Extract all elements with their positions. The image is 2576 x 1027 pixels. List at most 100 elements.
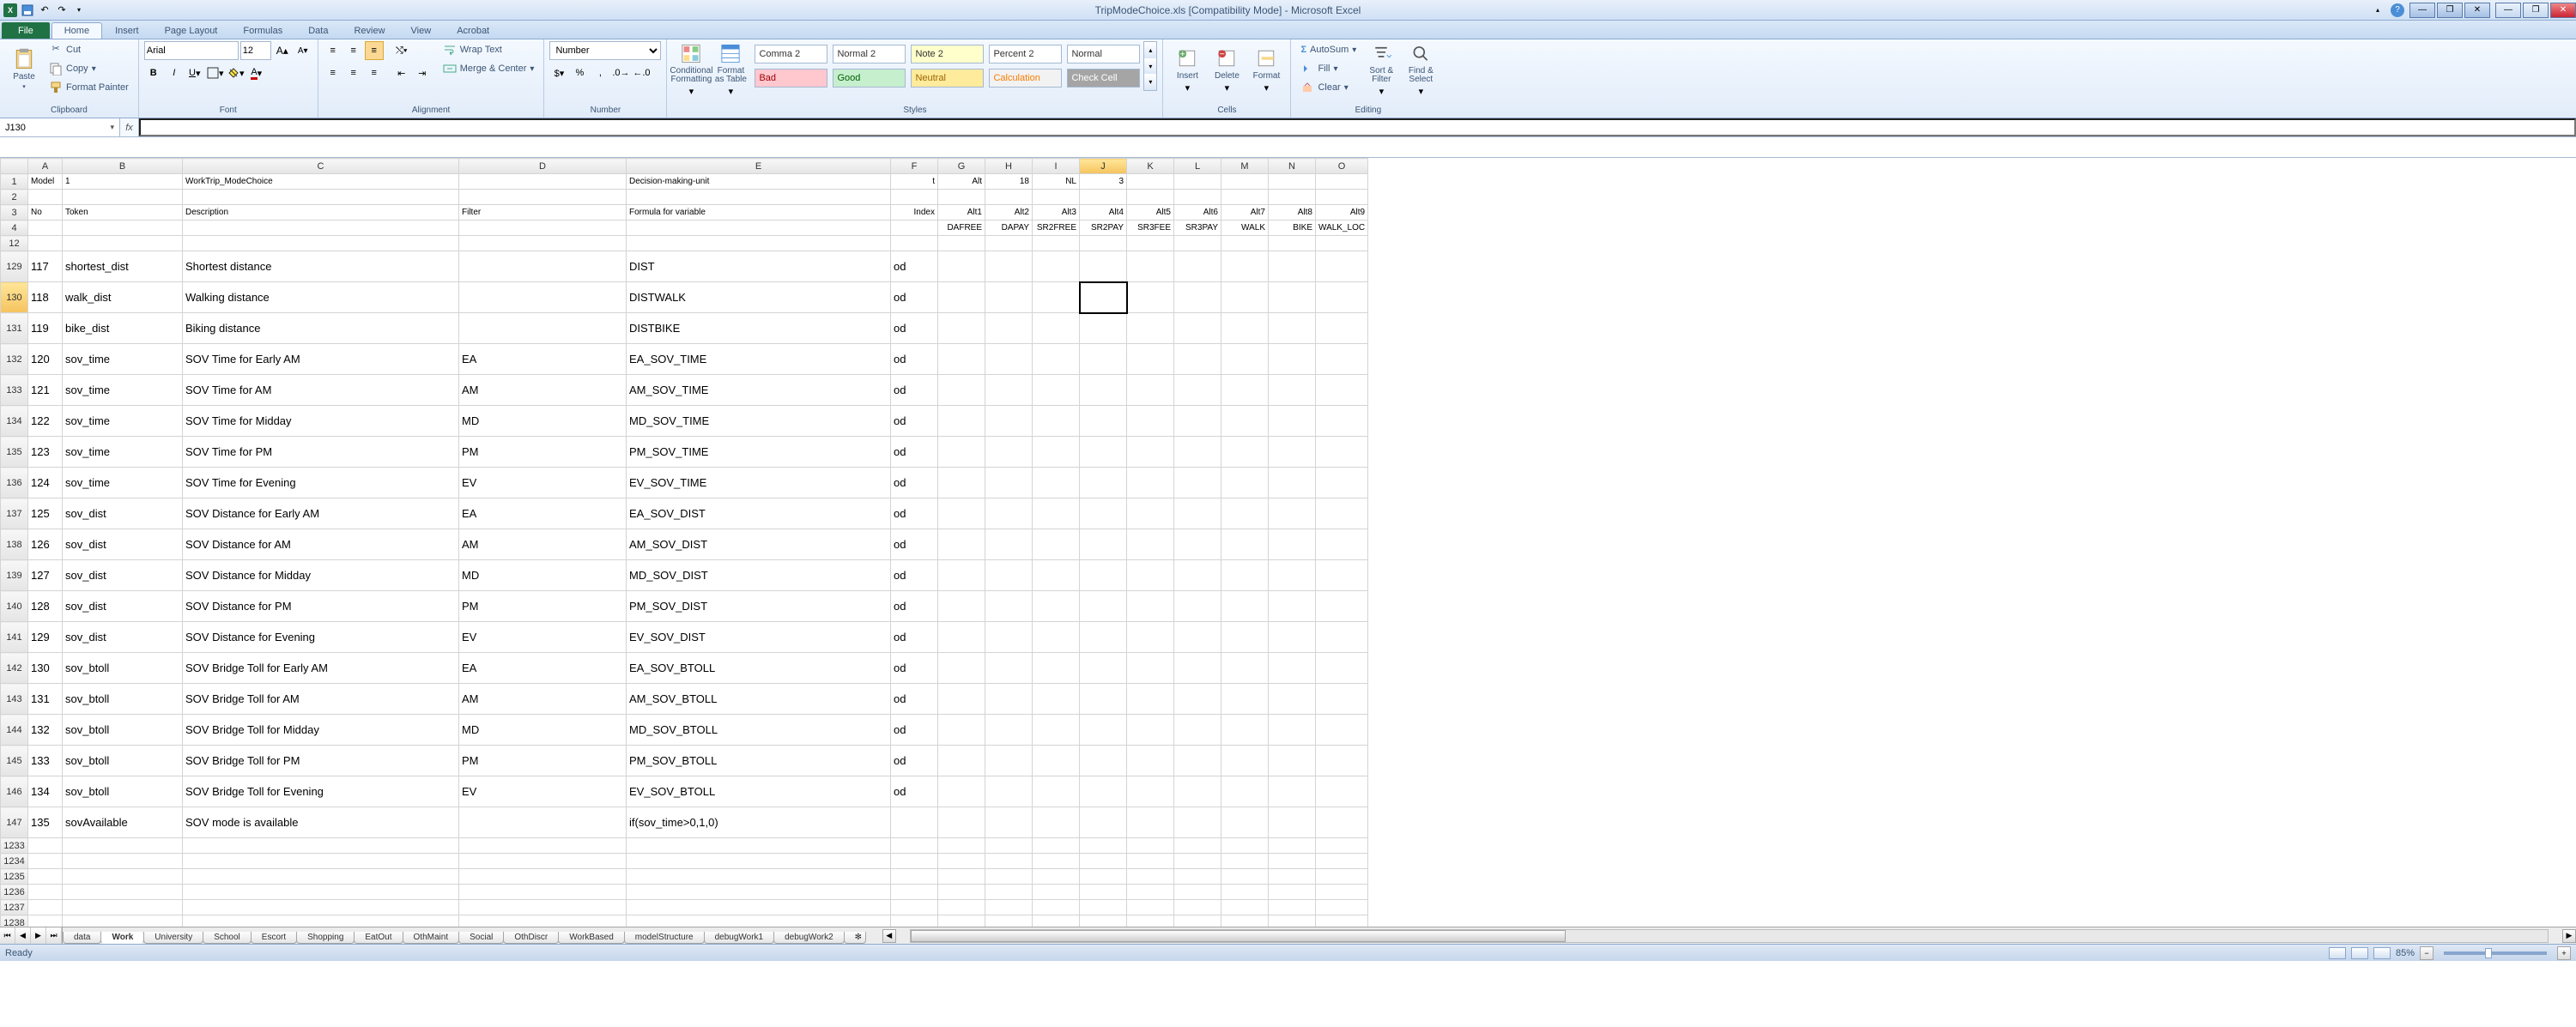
cell[interactable] xyxy=(1174,251,1221,282)
cell[interactable]: AM_SOV_DIST xyxy=(627,529,891,560)
cell[interactable] xyxy=(1269,560,1316,591)
cell[interactable] xyxy=(1269,900,1316,915)
cell[interactable]: sov_time xyxy=(63,375,183,406)
cell[interactable]: SOV Distance for Early AM xyxy=(183,498,459,529)
cell[interactable]: shortest_dist xyxy=(63,251,183,282)
cell[interactable]: Walking distance xyxy=(183,282,459,313)
cell[interactable] xyxy=(985,344,1033,375)
cell[interactable]: EV xyxy=(459,468,627,498)
cell[interactable] xyxy=(938,684,985,715)
align-right-icon[interactable]: ≡ xyxy=(365,63,384,82)
cell[interactable]: Alt xyxy=(938,174,985,190)
cell[interactable] xyxy=(183,838,459,854)
cell[interactable] xyxy=(1269,282,1316,313)
row-header[interactable]: 12 xyxy=(1,236,28,251)
cell[interactable] xyxy=(1269,653,1316,684)
col-header[interactable]: G xyxy=(938,159,985,174)
cell[interactable] xyxy=(1127,529,1174,560)
cell[interactable]: PM xyxy=(459,591,627,622)
cell[interactable]: PM xyxy=(459,746,627,776)
cell[interactable] xyxy=(1127,190,1174,205)
cell[interactable]: sov_btoll xyxy=(63,776,183,807)
cell[interactable] xyxy=(1174,838,1221,854)
cell[interactable] xyxy=(1127,236,1174,251)
cell[interactable] xyxy=(1316,313,1368,344)
cell[interactable] xyxy=(1269,915,1316,927)
cell[interactable] xyxy=(1127,406,1174,437)
cell[interactable] xyxy=(1174,236,1221,251)
cell[interactable] xyxy=(1174,684,1221,715)
doc-close-button[interactable]: ✕ xyxy=(2464,3,2490,18)
cell[interactable]: No xyxy=(28,205,63,221)
cell[interactable]: od xyxy=(891,344,938,375)
cell[interactable] xyxy=(1221,174,1269,190)
cell[interactable]: Model xyxy=(28,174,63,190)
cell[interactable]: MD xyxy=(459,406,627,437)
cell[interactable] xyxy=(63,838,183,854)
cell[interactable]: EV_SOV_BTOLL xyxy=(627,776,891,807)
cell[interactable] xyxy=(1080,313,1127,344)
cell[interactable] xyxy=(1080,190,1127,205)
cell[interactable] xyxy=(891,869,938,885)
cell[interactable]: BIKE xyxy=(1269,221,1316,236)
sheet-tab[interactable]: Shopping xyxy=(296,932,355,944)
cell[interactable] xyxy=(1269,251,1316,282)
cell[interactable]: MD xyxy=(459,560,627,591)
cell[interactable] xyxy=(28,190,63,205)
row-header[interactable]: 2 xyxy=(1,190,28,205)
cell[interactable] xyxy=(459,236,627,251)
cell[interactable]: Alt1 xyxy=(938,205,985,221)
cell[interactable] xyxy=(627,869,891,885)
cell[interactable] xyxy=(1127,282,1174,313)
cell[interactable] xyxy=(1127,174,1174,190)
cell[interactable] xyxy=(1174,885,1221,900)
formula-input[interactable] xyxy=(139,118,2576,136)
cell[interactable] xyxy=(1033,344,1080,375)
cell[interactable] xyxy=(1033,807,1080,838)
format-as-table-button[interactable]: Format as Table▾ xyxy=(712,41,749,98)
cell[interactable] xyxy=(938,900,985,915)
cell[interactable] xyxy=(63,915,183,927)
sheet-tab[interactable]: University xyxy=(143,932,203,944)
cell[interactable]: SR2PAY xyxy=(1080,221,1127,236)
cell[interactable]: EA_SOV_BTOLL xyxy=(627,653,891,684)
cell[interactable] xyxy=(1127,807,1174,838)
cell[interactable]: Alt4 xyxy=(1080,205,1127,221)
cell[interactable] xyxy=(459,838,627,854)
cell[interactable] xyxy=(1221,251,1269,282)
cell[interactable] xyxy=(1221,838,1269,854)
cell[interactable] xyxy=(985,251,1033,282)
cell[interactable] xyxy=(1080,807,1127,838)
cell[interactable] xyxy=(938,313,985,344)
sheet-tab[interactable]: OthMaint xyxy=(403,932,460,944)
ribbon-tab-page-layout[interactable]: Page Layout xyxy=(152,22,231,39)
row-header[interactable]: 132 xyxy=(1,344,28,375)
cell[interactable] xyxy=(1033,622,1080,653)
cell[interactable]: Token xyxy=(63,205,183,221)
cell[interactable] xyxy=(938,807,985,838)
cell[interactable] xyxy=(1269,838,1316,854)
cell[interactable]: 121 xyxy=(28,375,63,406)
grow-font-icon[interactable]: A▴ xyxy=(273,41,292,60)
cell[interactable]: sov_dist xyxy=(63,591,183,622)
cell[interactable] xyxy=(891,900,938,915)
cell[interactable]: SOV Distance for AM xyxy=(183,529,459,560)
cell[interactable] xyxy=(1221,498,1269,529)
cell[interactable] xyxy=(985,854,1033,869)
row-header[interactable]: 1 xyxy=(1,174,28,190)
cell[interactable] xyxy=(1174,375,1221,406)
col-header[interactable]: E xyxy=(627,159,891,174)
row-header[interactable]: 130 xyxy=(1,282,28,313)
cell[interactable] xyxy=(1316,622,1368,653)
cell[interactable] xyxy=(627,854,891,869)
cell[interactable] xyxy=(1174,560,1221,591)
cell[interactable] xyxy=(1269,885,1316,900)
row-header[interactable]: 141 xyxy=(1,622,28,653)
indent-dec-icon[interactable]: ⇤ xyxy=(392,63,411,82)
cell[interactable] xyxy=(1221,869,1269,885)
cell[interactable] xyxy=(1221,746,1269,776)
cell[interactable] xyxy=(627,838,891,854)
cell[interactable] xyxy=(1080,622,1127,653)
cell[interactable] xyxy=(1316,776,1368,807)
cell[interactable] xyxy=(63,854,183,869)
